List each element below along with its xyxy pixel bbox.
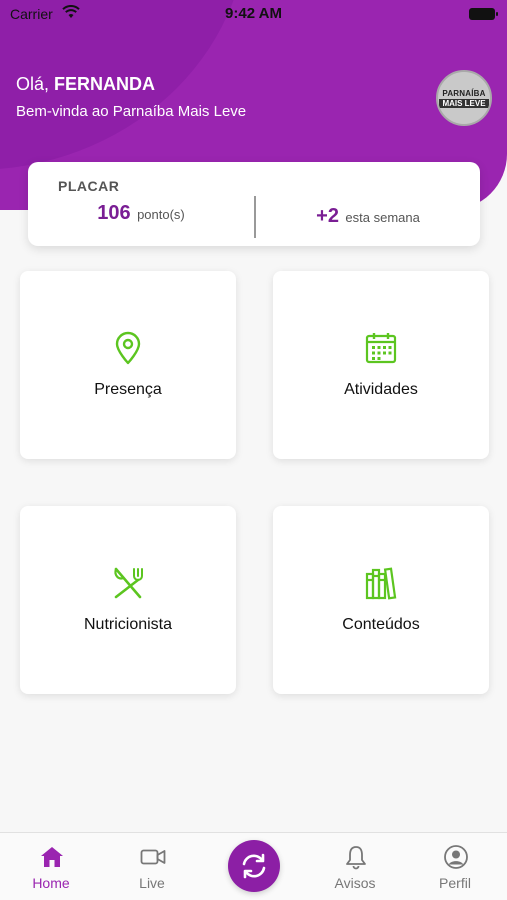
avatar-logo-top: PARNAÍBA (442, 88, 486, 98)
books-icon (365, 567, 397, 600)
tab-label: Home (32, 875, 70, 891)
score-card: PLACAR 106 ponto(s) +2 esta semana (28, 162, 480, 246)
video-camera-icon (140, 849, 166, 865)
sync-icon (242, 853, 266, 879)
welcome-message: Bem-vinda ao Parnaíba Mais Leve (16, 103, 247, 120)
status-bar: Carrier 9:42 AM (0, 0, 507, 28)
tile-label: Nutricionista (83, 616, 173, 633)
avatar[interactable]: PARNAÍBA MAIS LEVE (436, 70, 492, 126)
greeting: Olá, FERNANDA (16, 74, 155, 95)
sync-button[interactable] (228, 840, 280, 892)
clock: 9:42 AM (225, 5, 282, 22)
tab-label: Avisos (334, 875, 376, 891)
tab-perfil[interactable]: Perfil (405, 833, 505, 900)
tile-nutricionista[interactable]: Nutricionista (20, 506, 236, 694)
calendar-icon (365, 333, 397, 364)
user-name: FERNANDA (54, 74, 156, 94)
tab-live[interactable]: Live (102, 833, 202, 900)
tile-label: Conteúdos (342, 616, 420, 633)
tile-label: Atividades (344, 381, 418, 398)
avatar-logo-bottom: MAIS LEVE (439, 98, 489, 108)
bell-icon (346, 846, 366, 870)
tab-avisos[interactable]: Avisos (305, 833, 405, 900)
tile-conteudos[interactable]: Conteúdos (273, 506, 489, 694)
tab-label: Perfil (439, 875, 471, 891)
greeting-prefix: Olá, (16, 74, 50, 94)
tab-home[interactable]: Home (1, 833, 101, 900)
fork-knife-icon (114, 567, 143, 599)
points-value: 106 (97, 202, 131, 224)
tab-label: Live (139, 875, 165, 891)
tile-label: Presença (94, 381, 162, 398)
user-circle-icon (444, 845, 468, 869)
location-pin-icon (115, 331, 141, 365)
battery-icon (469, 8, 498, 20)
weekly-points: +2 esta semana (256, 205, 480, 228)
week-value: +2 (316, 205, 339, 227)
total-points: 106 ponto(s) (28, 202, 254, 225)
score-title: PLACAR (58, 178, 120, 194)
week-unit: esta semana (345, 210, 420, 225)
points-unit: ponto(s) (137, 207, 185, 222)
tile-atividades[interactable]: Atividades (273, 271, 489, 459)
home-icon (41, 847, 63, 867)
tile-presenca[interactable]: Presença (20, 271, 236, 459)
